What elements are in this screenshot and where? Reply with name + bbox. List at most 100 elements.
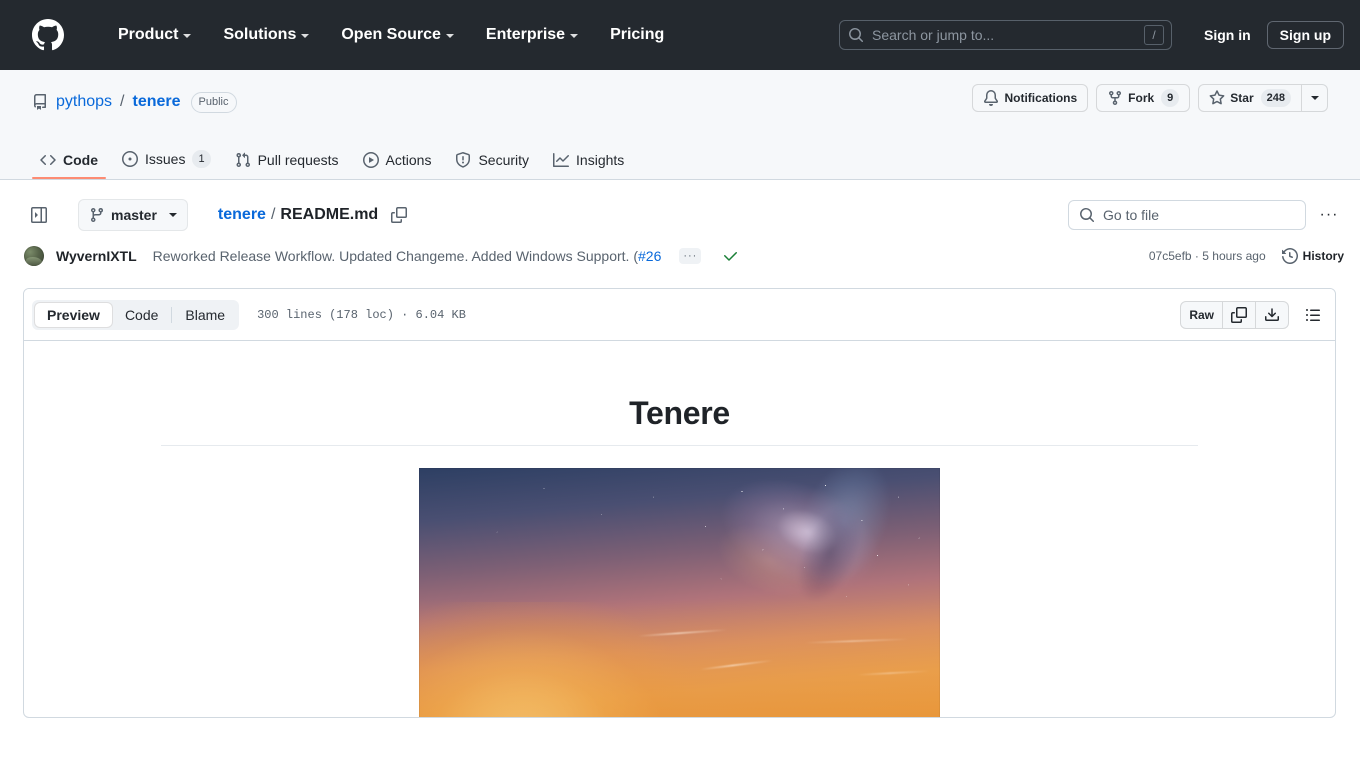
fork-button[interactable]: Fork 9 bbox=[1096, 84, 1191, 112]
copy-icon[interactable] bbox=[391, 207, 408, 223]
tab-actions[interactable]: Actions bbox=[355, 146, 440, 178]
tab-blame[interactable]: Blame bbox=[173, 302, 237, 328]
commit-message-text: Reworked Release Workflow. Updated Chang… bbox=[152, 248, 638, 264]
list-unordered-icon[interactable] bbox=[1299, 301, 1327, 329]
search-input[interactable]: Search or jump to... / bbox=[839, 20, 1172, 50]
notifications-button[interactable]: Notifications bbox=[972, 84, 1089, 112]
tab-issues[interactable]: Issues 1 bbox=[114, 144, 219, 178]
file-toolbar: Preview Code Blame 300 lines (178 loc) ·… bbox=[24, 289, 1335, 341]
nav-item-label: Product bbox=[118, 26, 179, 43]
hero-image bbox=[419, 468, 940, 717]
file-meta-text: 300 lines (178 loc) · 6.04 KB bbox=[257, 307, 466, 322]
sign-up-button[interactable]: Sign up bbox=[1266, 21, 1344, 49]
tab-pull-requests[interactable]: Pull requests bbox=[227, 146, 347, 178]
tab-security[interactable]: Security bbox=[447, 146, 537, 178]
go-to-file-placeholder: Go to file bbox=[1103, 207, 1160, 223]
more-options-button[interactable]: ··· bbox=[1314, 200, 1344, 230]
commit-author-link[interactable]: WyvernIXTL bbox=[56, 248, 137, 264]
tab-code[interactable]: Code bbox=[32, 146, 106, 179]
commit-expand-button[interactable]: ··· bbox=[679, 248, 702, 264]
sign-in-link[interactable]: Sign in bbox=[1188, 21, 1267, 49]
repo-separator: / bbox=[120, 93, 125, 110]
latest-commit-row: WyvernIXTL Reworked Release Workflow. Up… bbox=[0, 234, 1360, 278]
avatar[interactable] bbox=[24, 246, 44, 266]
git-pull-request-icon bbox=[235, 152, 251, 168]
nav-item-pricing[interactable]: Pricing bbox=[594, 20, 680, 50]
raw-button[interactable]: Raw bbox=[1181, 301, 1223, 328]
tab-label: Security bbox=[478, 152, 530, 168]
commit-relative-time: 5 hours ago bbox=[1202, 249, 1266, 263]
file-nav-right-group: Go to file ··· bbox=[1068, 200, 1344, 230]
history-icon bbox=[1281, 248, 1298, 264]
repo-actions: Notifications Fork 9 Star 248 bbox=[972, 84, 1328, 112]
chevron-down-icon bbox=[168, 213, 177, 217]
repo-owner-link[interactable]: pythops bbox=[56, 93, 112, 111]
download-icon[interactable] bbox=[1256, 302, 1288, 328]
star-button-group: Star 248 bbox=[1198, 84, 1328, 112]
issues-count: 1 bbox=[192, 150, 211, 168]
shield-icon bbox=[455, 152, 471, 168]
global-nav: Product Solutions Open Source Enterprise… bbox=[102, 20, 680, 50]
go-to-file-input[interactable]: Go to file bbox=[1068, 200, 1306, 230]
commit-pr-link[interactable]: #26 bbox=[638, 248, 661, 264]
star-label: Star bbox=[1230, 91, 1254, 105]
nav-item-product[interactable]: Product bbox=[102, 20, 207, 50]
bell-icon bbox=[983, 90, 999, 106]
global-header: Product Solutions Open Source Enterprise… bbox=[0, 0, 1360, 70]
tab-label: Insights bbox=[576, 152, 625, 168]
copy-raw-icon[interactable] bbox=[1223, 301, 1256, 328]
star-button[interactable]: Star 248 bbox=[1198, 84, 1302, 112]
nav-item-label: Pricing bbox=[610, 26, 665, 43]
search-icon bbox=[848, 27, 864, 43]
commit-meta-separator: · bbox=[1194, 249, 1199, 263]
github-mark-icon[interactable] bbox=[32, 19, 64, 51]
header-right-group: Search or jump to... / Sign in Sign up bbox=[839, 20, 1344, 50]
notifications-label: Notifications bbox=[1004, 91, 1078, 105]
commit-hash[interactable]: 07c5efb bbox=[1149, 249, 1192, 263]
search-placeholder: Search or jump to... bbox=[872, 27, 995, 43]
code-icon bbox=[40, 152, 56, 168]
commit-hash-and-time: 07c5efb · 5 hours ago bbox=[1149, 249, 1266, 263]
graph-icon bbox=[553, 152, 570, 168]
nav-item-open-source[interactable]: Open Source bbox=[325, 20, 470, 50]
fork-count: 9 bbox=[1161, 89, 1180, 107]
readme-content: Tenere bbox=[24, 341, 1335, 717]
chevron-down-icon bbox=[301, 34, 310, 38]
repo-tabs: Code Issues 1 Pull requests Actions Secu… bbox=[32, 132, 1328, 179]
search-icon bbox=[1079, 207, 1095, 223]
sidebar-expand-icon[interactable] bbox=[24, 200, 54, 230]
chevron-down-icon bbox=[1310, 96, 1319, 100]
fork-label: Fork bbox=[1128, 91, 1155, 105]
file-navigation-bar: master tenere / README.md Go to file ··· bbox=[0, 180, 1360, 234]
chevron-down-icon bbox=[183, 34, 192, 38]
warm-haze bbox=[419, 599, 940, 717]
file-view-tabs: Preview Code Blame bbox=[32, 299, 240, 330]
breadcrumb-root-link[interactable]: tenere bbox=[218, 206, 266, 224]
tab-insights[interactable]: Insights bbox=[545, 146, 632, 178]
repo-icon bbox=[32, 94, 48, 110]
star-icon bbox=[1209, 90, 1225, 106]
chevron-down-icon bbox=[445, 34, 454, 38]
check-icon[interactable] bbox=[723, 248, 739, 264]
branch-name: master bbox=[111, 207, 157, 223]
tab-preview[interactable]: Preview bbox=[34, 301, 113, 328]
page-title: Tenere bbox=[629, 395, 730, 431]
star-dropdown-button[interactable] bbox=[1302, 84, 1328, 112]
heading-divider bbox=[161, 445, 1198, 446]
git-branch-icon bbox=[89, 207, 105, 223]
tab-code[interactable]: Code bbox=[113, 302, 170, 328]
file-toolbar-right-group: Raw bbox=[1180, 300, 1327, 329]
history-label: History bbox=[1302, 249, 1344, 263]
breadcrumb-separator: / bbox=[270, 206, 276, 223]
nav-item-enterprise[interactable]: Enterprise bbox=[470, 20, 594, 50]
branch-selector-button[interactable]: master bbox=[78, 199, 188, 231]
tab-divider bbox=[171, 306, 173, 323]
nav-item-solutions[interactable]: Solutions bbox=[207, 20, 325, 50]
history-link[interactable]: History bbox=[1281, 248, 1344, 264]
file-content-box: Preview Code Blame 300 lines (178 loc) ·… bbox=[23, 288, 1336, 718]
repo-header: pythops / tenere Public Notifications Fo… bbox=[0, 70, 1360, 180]
repo-name-link[interactable]: tenere bbox=[133, 93, 181, 111]
search-shortcut-key: / bbox=[1144, 25, 1164, 45]
commit-message[interactable]: Reworked Release Workflow. Updated Chang… bbox=[153, 248, 662, 264]
tab-label: Pull requests bbox=[257, 152, 339, 168]
